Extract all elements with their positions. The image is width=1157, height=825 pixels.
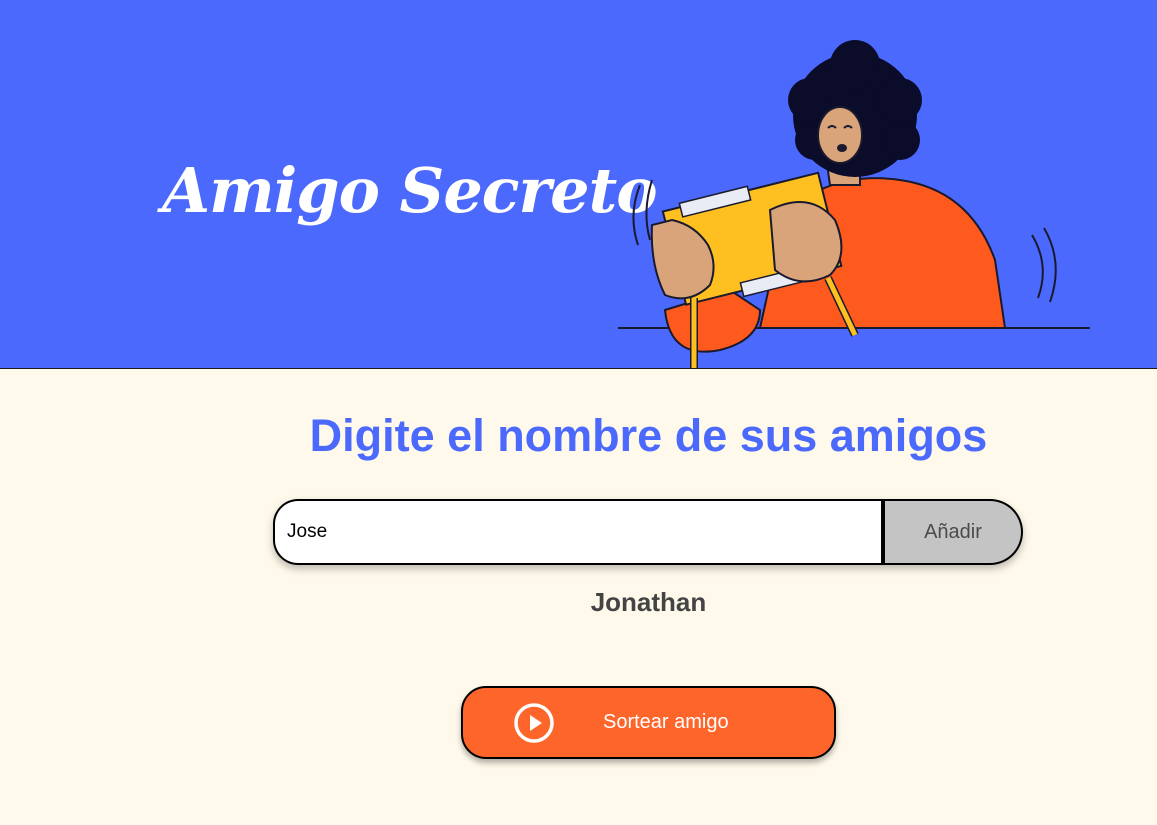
draw-button-label: Sortear amigo [603,711,729,733]
person-holding-gift-illustration [618,40,1090,368]
add-friend-button[interactable]: Añadir [885,499,1023,565]
name-input-group: Añadir [273,499,1023,565]
header-banner: Amigo Secreto [0,0,1157,369]
friend-list-item: Jonathan [590,587,707,617]
draw-friend-button[interactable]: Sortear amigo [461,686,836,759]
friend-name-input[interactable] [273,499,885,565]
friend-list: Jonathan [0,586,1157,618]
section-title: Digite el nombre de sus amigos [309,410,988,461]
page-title: Amigo Secreto [162,154,658,227]
play-circle-icon [514,702,554,743]
